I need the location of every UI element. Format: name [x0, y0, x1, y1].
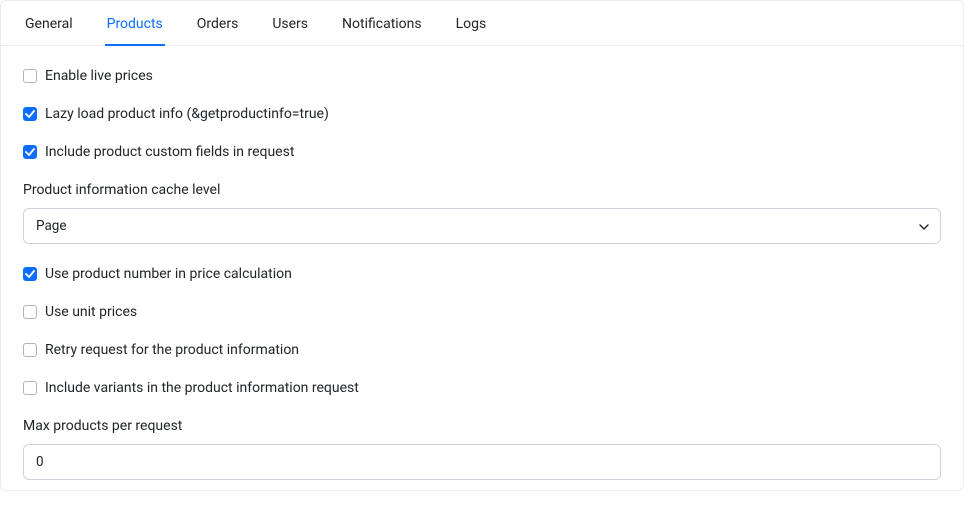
check-icon [25, 269, 35, 279]
include-variants-row: Include variants in the product informat… [23, 380, 941, 396]
max-products-input[interactable] [23, 444, 941, 480]
include-variants-checkbox[interactable] [23, 381, 37, 395]
retry-request-label[interactable]: Retry request for the product informatio… [45, 342, 299, 358]
check-icon [25, 109, 35, 119]
retry-request-row: Retry request for the product informatio… [23, 342, 941, 358]
lazy-load-row: Lazy load product info (&getproductinfo=… [23, 106, 941, 122]
settings-panel: General Products Orders Users Notificati… [0, 0, 964, 491]
check-icon [25, 147, 35, 157]
cache-level-label: Product information cache level [23, 182, 941, 198]
tabs-bar: General Products Orders Users Notificati… [1, 1, 963, 46]
tab-logs[interactable]: Logs [454, 2, 489, 46]
tab-orders[interactable]: Orders [195, 2, 241, 46]
tab-content: Enable live prices Lazy load product inf… [1, 46, 963, 490]
include-custom-fields-checkbox[interactable] [23, 145, 37, 159]
lazy-load-label[interactable]: Lazy load product info (&getproductinfo=… [45, 106, 329, 122]
use-unit-prices-checkbox[interactable] [23, 305, 37, 319]
use-unit-prices-row: Use unit prices [23, 304, 941, 320]
retry-request-checkbox[interactable] [23, 343, 37, 357]
cache-level-group: Product information cache level Page [23, 182, 941, 244]
lazy-load-checkbox[interactable] [23, 107, 37, 121]
use-product-number-checkbox[interactable] [23, 267, 37, 281]
max-products-group: Max products per request [23, 418, 941, 480]
max-products-label: Max products per request [23, 418, 941, 434]
cache-level-select-wrap: Page [23, 208, 941, 244]
use-product-number-row: Use product number in price calculation [23, 266, 941, 282]
tab-general[interactable]: General [23, 2, 75, 46]
enable-live-prices-checkbox[interactable] [23, 69, 37, 83]
include-custom-fields-label[interactable]: Include product custom fields in request [45, 144, 294, 160]
enable-live-prices-row: Enable live prices [23, 68, 941, 84]
enable-live-prices-label[interactable]: Enable live prices [45, 68, 153, 84]
tab-notifications[interactable]: Notifications [340, 2, 424, 46]
use-unit-prices-label[interactable]: Use unit prices [45, 304, 137, 320]
use-product-number-label[interactable]: Use product number in price calculation [45, 266, 292, 282]
include-custom-fields-row: Include product custom fields in request [23, 144, 941, 160]
include-variants-label[interactable]: Include variants in the product informat… [45, 380, 359, 396]
tab-products[interactable]: Products [105, 2, 165, 46]
tab-users[interactable]: Users [270, 2, 310, 46]
cache-level-select[interactable]: Page [23, 208, 941, 244]
